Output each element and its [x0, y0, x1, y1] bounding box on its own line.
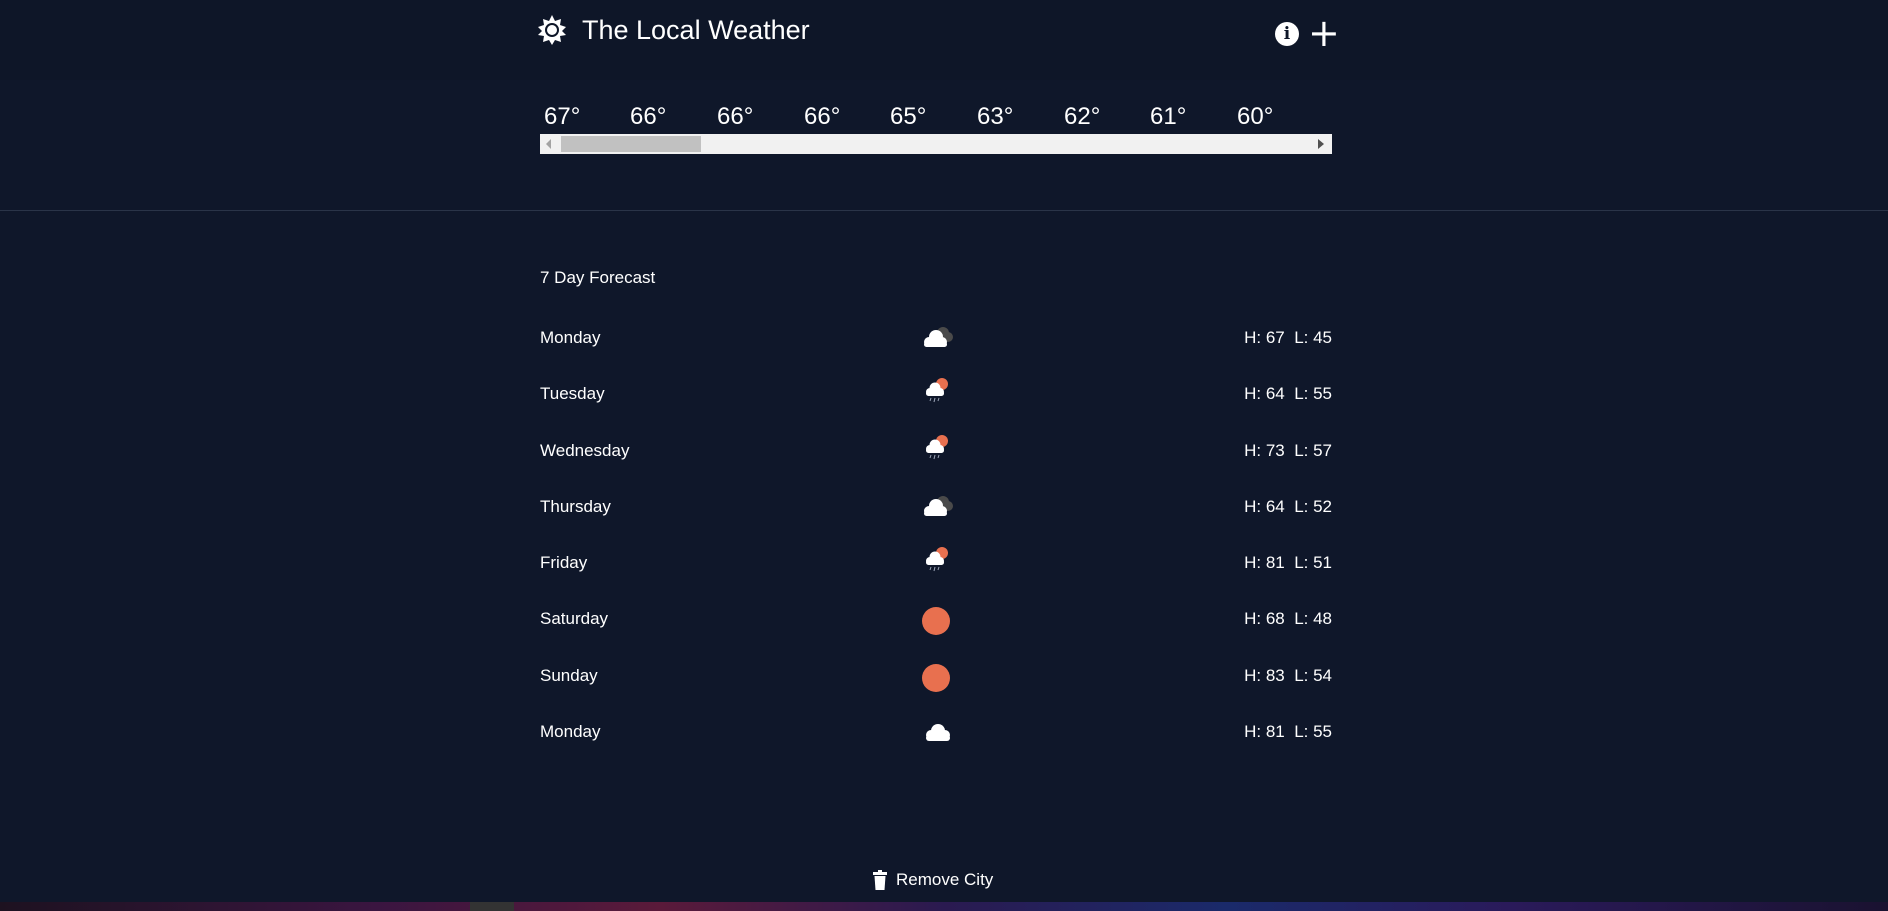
cloudy-night-icon [924, 327, 953, 347]
sun-gear-icon [538, 15, 566, 45]
day-name: Monday [540, 722, 601, 742]
rain-partly-sunny-icon [926, 547, 948, 572]
high-low-temps: H: 83 L: 54 [1244, 665, 1332, 685]
forecast-row: Thursday H: 64 L: 52 [540, 489, 1332, 545]
info-icon: i [1283, 24, 1291, 44]
hour-temp: 66° [630, 103, 667, 130]
hour-temp: 65° [890, 103, 927, 130]
rain-partly-sunny-icon [926, 434, 948, 459]
hourly-temperatures[interactable]: 67° 66° 66° 66° 65° 63° 62° 61° 60° [540, 103, 1332, 133]
scroll-right-arrow-icon[interactable] [1318, 139, 1324, 149]
rain-partly-sunny-icon [926, 378, 948, 403]
app-header: The Local Weather i + [0, 0, 1888, 80]
day-name: Thursday [540, 496, 611, 516]
trash-icon [873, 870, 887, 890]
forecast-row: Monday H: 67 L: 45 [540, 320, 1332, 376]
forecast-row: Wednesday H: 73 L: 57 [540, 433, 1332, 489]
hour-temp: 62° [1064, 103, 1101, 130]
desktop-background-strip [0, 902, 1888, 911]
info-button[interactable]: i [1275, 22, 1299, 46]
forecast-row: Tuesday H: 64 L: 55 [540, 376, 1332, 432]
forecast-row: Sunday H: 83 L: 54 [540, 658, 1332, 714]
forecast-title: 7 Day Forecast [540, 268, 656, 287]
high-low-temps: H: 81 L: 51 [1244, 553, 1332, 573]
day-name: Tuesday [540, 384, 605, 404]
sun-icon [922, 607, 950, 636]
hour-temp: 63° [977, 103, 1014, 130]
taskbar-fragment [470, 902, 514, 911]
forecast-row: Friday H: 81 L: 51 [540, 545, 1332, 601]
high-low-temps: H: 67 L: 45 [1244, 328, 1332, 347]
plus-icon: + [1308, 11, 1340, 55]
sun-icon [922, 663, 950, 692]
hour-temp: 66° [717, 103, 754, 130]
section-divider [0, 210, 1888, 211]
scrollbar-thumb[interactable] [561, 136, 701, 152]
high-low-temps: H: 73 L: 57 [1244, 440, 1332, 460]
day-name: Friday [540, 553, 588, 573]
add-city-button[interactable]: + [1308, 11, 1340, 55]
app-title: The Local Weather [582, 14, 810, 45]
hourly-scrollbar[interactable] [540, 134, 1332, 154]
hour-temp: 66° [804, 103, 841, 130]
high-low-temps: H: 68 L: 48 [1244, 609, 1332, 629]
forecast-row: Saturday H: 68 L: 48 [540, 601, 1332, 657]
forecast-row: Monday H: 81 L: 55 [540, 714, 1332, 770]
remove-city-button[interactable]: Remove City [872, 870, 993, 890]
cloudy-night-icon [924, 495, 953, 516]
remove-city-label: Remove City [896, 870, 994, 889]
hour-temp: 61° [1150, 103, 1187, 130]
hour-temp: 60° [1237, 103, 1274, 130]
day-name: Wednesday [540, 440, 630, 460]
high-low-temps: H: 81 L: 55 [1244, 722, 1332, 742]
high-low-temps: H: 64 L: 55 [1244, 384, 1332, 404]
brand: The Local Weather [536, 14, 810, 46]
day-name: Sunday [540, 665, 598, 685]
hour-temp: 67° [544, 103, 581, 130]
day-name: Saturday [540, 609, 609, 629]
day-name: Monday [540, 328, 601, 347]
forecast-list: Monday H: 67 L: 45 Tuesday H: 64 L: 55 W… [540, 320, 1332, 770]
high-low-temps: H: 64 L: 52 [1244, 496, 1332, 516]
scroll-left-arrow-icon[interactable] [546, 139, 551, 149]
cloud-icon [926, 724, 950, 742]
